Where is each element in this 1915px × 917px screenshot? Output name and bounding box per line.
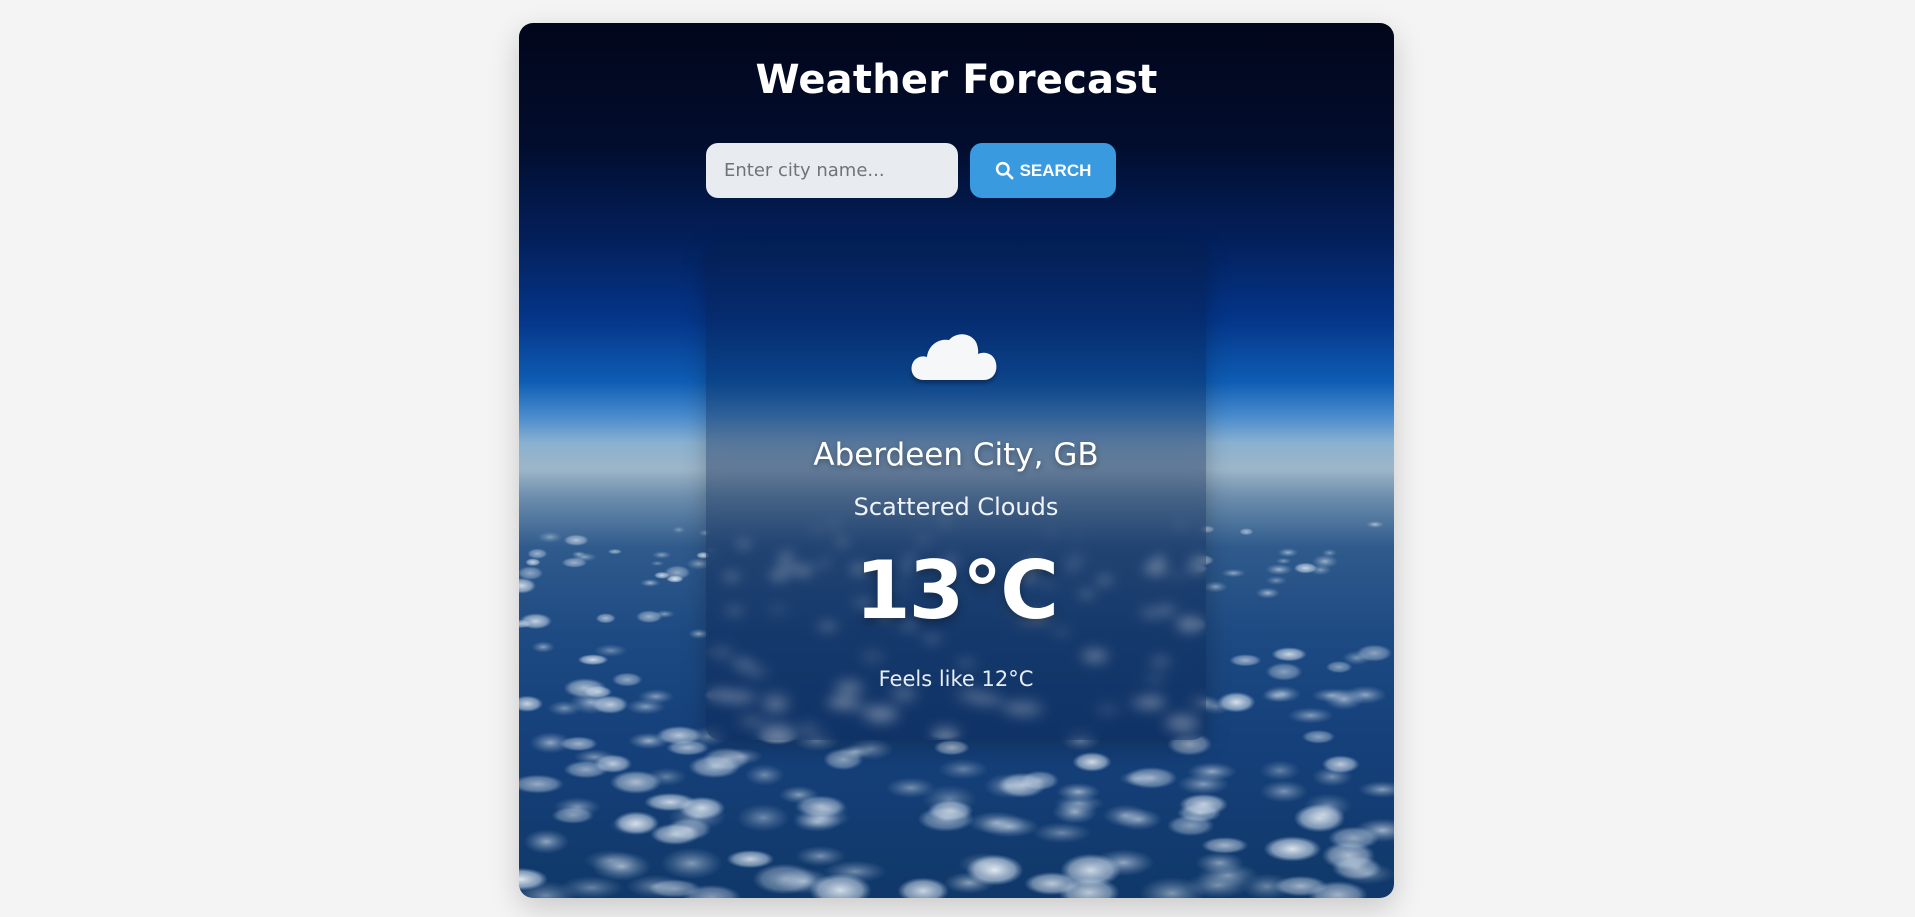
temperature-value: 13°C [854,544,1059,637]
feels-like-text: Feels like 12°C [878,667,1034,691]
weather-result-panel: Aberdeen City, GB Scattered Clouds 13°C … [706,244,1206,740]
search-button-label: SEARCH [1019,160,1092,180]
weather-condition: Scattered Clouds [853,493,1059,521]
search-icon [995,161,1014,180]
search-input[interactable] [706,143,958,198]
app-title: Weather Forecast [755,57,1158,103]
search-button[interactable]: SEARCH [970,143,1116,198]
weather-app-card: Weather Forecast SEARCH Aberdeen City, G… [519,23,1394,898]
location-name: Aberdeen City, GB [813,437,1099,473]
cloud-icon [911,334,997,380]
